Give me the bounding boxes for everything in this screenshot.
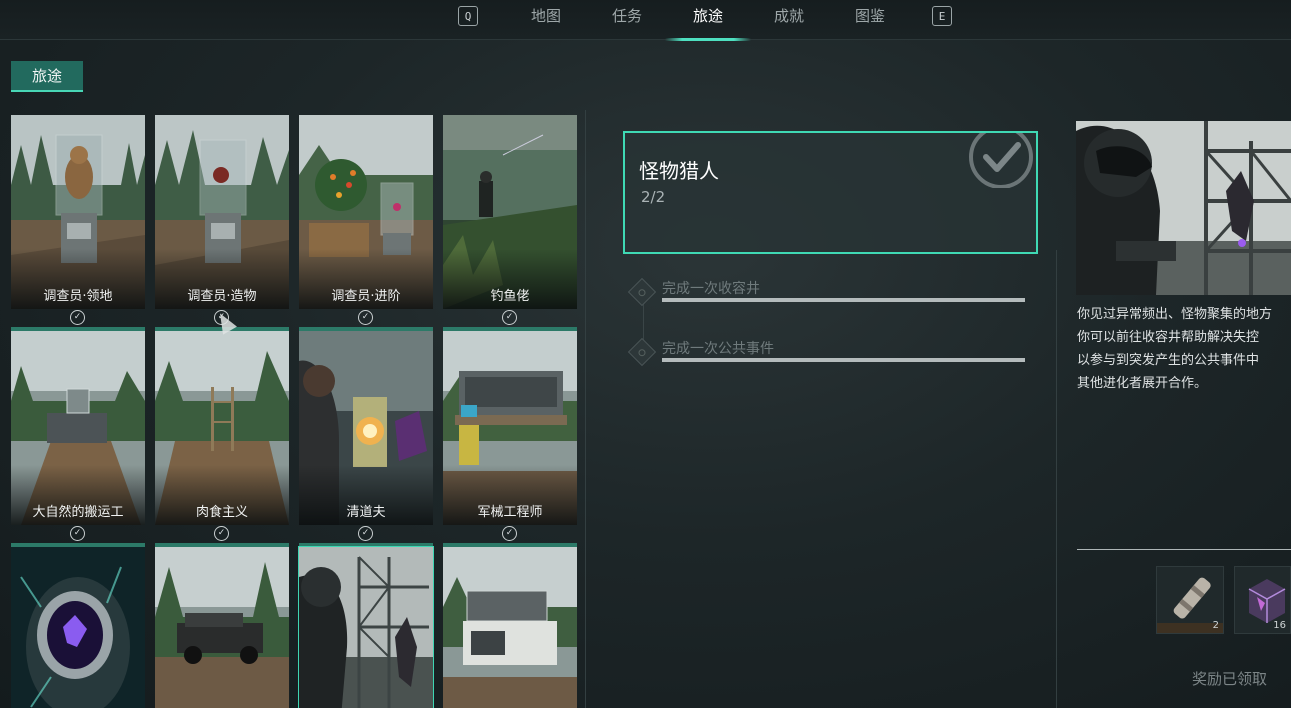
task-label: 完成一次收容井: [662, 281, 760, 297]
description-line: 你见过异常频出、怪物聚集的地方: [1077, 307, 1273, 322]
card-label: 调查员·领地: [43, 289, 113, 304]
tab-achievements[interactable]: 成就: [754, 0, 824, 40]
achievement-title: 怪物猎人: [639, 159, 719, 183]
card-label: 清道夫: [346, 505, 386, 520]
journey-card-selected[interactable]: [298, 546, 434, 708]
completion-indicator: ✓: [11, 524, 145, 547]
journey-card[interactable]: [443, 547, 577, 708]
task-progress-bar: [662, 358, 1025, 362]
section-tab-journey[interactable]: 旅途: [11, 61, 83, 92]
panel-divider: [585, 110, 586, 708]
completion-indicator: ✓: [299, 524, 433, 547]
checkmark-icon: ✓: [70, 310, 85, 325]
achievement-artwork: [1076, 121, 1291, 295]
achievement-progress: 2/2: [641, 188, 666, 206]
checkmark-icon: ✓: [358, 310, 373, 325]
card-label: 钓鱼佬: [490, 289, 530, 304]
journey-card[interactable]: [11, 547, 145, 708]
reward-quantity: 2: [1212, 620, 1219, 631]
journey-card[interactable]: [155, 547, 289, 708]
description-line: 其他进化者展开合作。: [1077, 376, 1208, 391]
card-art-vehicle: [155, 547, 289, 708]
description-line: 你可以前往收容井帮助解决失控: [1077, 330, 1260, 345]
card-art-kitchen: [443, 547, 577, 708]
card-label: 调查员·进阶: [331, 289, 401, 304]
card-label: 军械工程师: [477, 505, 543, 520]
checkmark-icon: ✓: [502, 526, 517, 541]
journey-card[interactable]: 肉食主义: [155, 331, 289, 525]
checkmark-icon: ✓: [358, 526, 373, 541]
journey-card[interactable]: 调查员·进阶: [299, 115, 433, 309]
achievement-description: 你见过异常频出、怪物聚集的地方 你可以前往收容井帮助解决失控 以参与到突发产生的…: [1077, 303, 1291, 395]
completed-check-badge-icon: [969, 133, 1033, 188]
task-diamond-icon: [627, 337, 657, 367]
task-item: 完成一次收容井: [627, 276, 1028, 312]
rewards-divider: [1077, 549, 1291, 550]
journey-card-grid: 调查员·领地 调查员·造物 调查员·进阶 钓鱼佬 ✓ ✓ ✓ ✓ 大自然的搬运工…: [11, 115, 577, 708]
journey-card[interactable]: 调查员·造物: [155, 115, 289, 309]
tab-map[interactable]: 地图: [511, 0, 581, 40]
card-art-astronaut: [11, 547, 145, 708]
completion-indicator: ✓: [155, 524, 289, 547]
card-label: 大自然的搬运工: [32, 505, 124, 520]
completion-indicator: ✓: [443, 524, 577, 547]
completion-indicator: ✓: [443, 308, 577, 331]
card-label: 调查员·造物: [187, 289, 257, 304]
tab-codex[interactable]: 图鉴: [835, 0, 905, 40]
journey-card[interactable]: 清道夫: [299, 331, 433, 525]
reward-item[interactable]: 2: [1156, 566, 1224, 634]
journey-card[interactable]: 大自然的搬运工: [11, 331, 145, 525]
task-label: 完成一次公共事件: [662, 341, 774, 357]
key-hint-q[interactable]: Q: [458, 6, 478, 26]
panel-divider: [1056, 250, 1057, 708]
tab-tasks[interactable]: 任务: [592, 0, 662, 40]
achievement-card[interactable]: 怪物猎人 2/2: [623, 131, 1038, 254]
journey-card[interactable]: 调查员·领地: [11, 115, 145, 309]
description-line: 以参与到突发产生的公共事件中: [1077, 353, 1260, 368]
checkmark-icon: ✓: [502, 310, 517, 325]
reward-item[interactable]: 16: [1234, 566, 1291, 634]
card-label: 肉食主义: [195, 505, 248, 520]
journey-card[interactable]: 钓鱼佬: [443, 115, 577, 309]
checkmark-icon: ✓: [70, 526, 85, 541]
tab-journey[interactable]: 旅途: [665, 0, 751, 41]
task-progress-bar: [662, 298, 1025, 302]
task-item: 完成一次公共事件: [627, 336, 1028, 372]
reward-quantity: 16: [1273, 620, 1286, 631]
completion-indicator: ✓: [299, 308, 433, 331]
key-hint-e[interactable]: E: [932, 6, 952, 26]
top-nav: Q 地图 任务 旅途 成就 图鉴 E: [0, 0, 1291, 41]
monster-hunter-artwork: [1076, 121, 1291, 295]
completion-indicator: ✓: [11, 308, 145, 331]
checkmark-icon: ✓: [214, 526, 229, 541]
card-art-monster-hunter: [299, 547, 433, 708]
rewards-claimed-status: 奖励已领取: [1192, 670, 1268, 688]
task-diamond-icon: [627, 277, 657, 307]
journey-card[interactable]: 军械工程师: [443, 331, 577, 525]
